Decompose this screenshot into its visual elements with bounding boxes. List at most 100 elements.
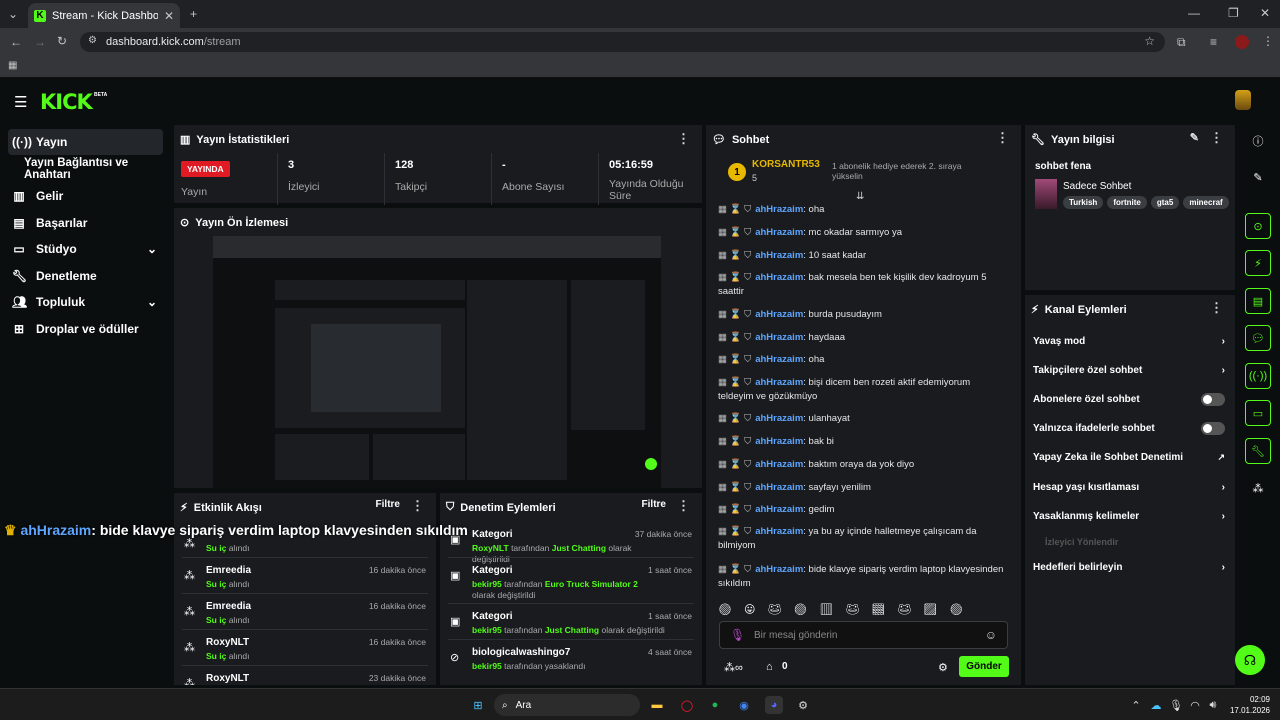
emote-icon[interactable]: 🐸︎: [897, 603, 911, 621]
emote-icon[interactable]: 😛︎: [744, 603, 755, 621]
store-icon[interactable]: ⌂: [766, 661, 773, 673]
kick-icon[interactable]: ⁂: [1245, 475, 1271, 501]
list-item[interactable]: ⁂ RoxyNLT 16 dakika önce Su iç alındı: [174, 633, 436, 668]
emote-only-toggle[interactable]: [1201, 421, 1225, 435]
tray-chevron-icon[interactable]: ⌃: [1127, 696, 1145, 714]
mic-icon[interactable]: 🎙︎: [1167, 696, 1185, 714]
chat-username[interactable]: ahHrazaim: [755, 504, 803, 515]
emote-icon[interactable]: 🟢︎: [718, 603, 732, 621]
chat-username[interactable]: ahHrazaim: [755, 332, 803, 343]
list-item[interactable]: ⊘ biologicalwashingo7 4 saat önce bekir95 t…: [440, 643, 702, 678]
emote-icon[interactable]: 🟪︎: [923, 603, 937, 621]
site-info-icon[interactable]: ⚙: [88, 36, 97, 46]
profile-avatar[interactable]: [1235, 35, 1249, 49]
chat-username[interactable]: ahHrazaim: [755, 309, 803, 320]
back-icon[interactable]: ←: [10, 36, 22, 48]
close-tab-icon[interactable]: ✕: [164, 10, 174, 22]
list-item[interactable]: ⁂ RoxyNLT 23 dakika önce: [174, 669, 436, 685]
bookmark-star-icon[interactable]: ☆: [1144, 35, 1155, 47]
maximize-icon[interactable]: ❐: [1228, 7, 1239, 19]
layout-icon[interactable]: ▭: [1245, 400, 1271, 426]
top-gifter-name[interactable]: KORSANTR53: [752, 159, 820, 170]
more-options-icon[interactable]: ⋮: [677, 131, 690, 147]
list-item[interactable]: ▣ Kategori 1 saat önce bekir95 tarafından J…: [440, 607, 702, 642]
emoji-icon[interactable]: ☺: [985, 628, 997, 642]
minimize-icon[interactable]: —: [1188, 7, 1200, 19]
more-options-icon[interactable]: ⋮: [1210, 130, 1223, 146]
collapse-icon[interactable]: ⇊: [856, 191, 864, 202]
list-item[interactable]: ⁂ Emreedia 16 dakika önce Su iç alındı: [174, 597, 436, 632]
sidebar-item-stream-key[interactable]: Yayın Bağlantısı ve Anahtarı: [8, 156, 163, 182]
system-clock[interactable]: 02:09 17.01.2026: [1226, 694, 1270, 716]
tag[interactable]: gta5: [1150, 196, 1180, 209]
more-options-icon[interactable]: ⋮: [677, 498, 690, 514]
info-icon[interactable]: ⓘ: [1245, 128, 1271, 154]
list-item[interactable]: ▣ Kategori 37 dakika önce RoxyNLT tarafında…: [440, 525, 702, 565]
new-tab-icon[interactable]: +: [190, 8, 197, 20]
action-followers-only[interactable]: Takipçilere özel sohbet ›: [1033, 359, 1225, 381]
app-icon[interactable]: ⚙: [794, 696, 812, 714]
tag[interactable]: fortnite: [1107, 196, 1147, 209]
emote-icon[interactable]: 🟢︎: [793, 603, 807, 621]
close-window-icon[interactable]: ✕: [1260, 7, 1270, 19]
send-button[interactable]: Gönder: [959, 656, 1009, 677]
more-options-icon[interactable]: ⋮: [996, 130, 1009, 146]
chat-username[interactable]: ahHrazaim: [755, 482, 803, 493]
spotify-icon[interactable]: ●: [706, 696, 724, 714]
clipboard-icon[interactable]: ▤: [1245, 288, 1271, 314]
reload-icon[interactable]: ↻: [57, 35, 67, 47]
preview-video[interactable]: [213, 236, 661, 488]
mic-icon[interactable]: 🎙︎: [730, 628, 745, 642]
action-ai-moderation[interactable]: Yapay Zeka ile Sohbet Denetimi ↗: [1033, 446, 1225, 468]
emote-icon[interactable]: 🐸︎: [845, 603, 859, 621]
chat-username[interactable]: ahHrazaim: [755, 413, 803, 424]
subscribers-only-toggle[interactable]: [1201, 392, 1225, 406]
chat-username[interactable]: ahHrazaim: [755, 377, 803, 388]
chat-icon[interactable]: 💬︎: [1245, 325, 1271, 351]
sidebar-item-droplar[interactable]: ⊞ Droplar ve ödüller: [8, 316, 163, 342]
chat-username[interactable]: ahHrazaim: [755, 564, 803, 575]
emote-icon[interactable]: 🟥︎: [819, 603, 833, 621]
broadcast-icon[interactable]: ((·)): [1245, 363, 1271, 389]
activity-filter-button[interactable]: Filtre: [376, 499, 400, 510]
onedrive-icon[interactable]: ☁: [1147, 696, 1165, 714]
wrench-icon[interactable]: 🔧︎: [1245, 438, 1271, 464]
chat-settings-icon[interactable]: ⚙: [938, 661, 948, 674]
sidebar-item-gelir[interactable]: ▥ Gelir: [8, 183, 163, 209]
wifi-icon[interactable]: ◠: [1186, 696, 1204, 714]
file-explorer-icon[interactable]: ▬: [648, 696, 666, 714]
chat-username[interactable]: ahHrazaim: [755, 272, 803, 283]
media-icon[interactable]: ≡: [1210, 36, 1217, 48]
bolt-icon[interactable]: ⚡︎: [1245, 250, 1271, 276]
chat-username[interactable]: ahHrazaim: [755, 459, 803, 470]
chat-input[interactable]: 🎙︎ Bir mesaj gönderin ☺: [719, 621, 1008, 649]
more-options-icon[interactable]: ⋮: [411, 498, 424, 514]
chat-username[interactable]: ahHrazaim: [755, 204, 803, 215]
kick-logo[interactable]: KICK: [40, 90, 93, 114]
chat-username[interactable]: ahHrazaim: [755, 250, 803, 261]
support-headset-icon[interactable]: ☊: [1235, 645, 1265, 675]
browser-menu-icon[interactable]: ⋮: [1262, 35, 1274, 47]
edit-icon[interactable]: ✎: [1245, 164, 1271, 190]
more-options-icon[interactable]: ⋮: [1210, 300, 1223, 316]
chat-username[interactable]: ahHrazaim: [755, 526, 803, 537]
sidebar-item-denetleme[interactable]: 🔧︎ Denetleme: [8, 263, 163, 289]
moderation-filter-button[interactable]: Filtre: [642, 499, 666, 510]
edit-icon[interactable]: ✎: [1190, 131, 1199, 144]
list-item[interactable]: ▣ Kategori 1 saat önce bekir95 tarafından E…: [440, 561, 702, 605]
loyalty-icon[interactable]: ⁂∞: [724, 661, 743, 674]
list-item[interactable]: ⁂ Emreedia 16 dakika önce Su iç alındı: [174, 561, 436, 596]
apps-grid-icon[interactable]: ▦: [8, 61, 17, 71]
preview-icon[interactable]: ⊙: [1245, 213, 1271, 239]
category-name[interactable]: Sadece Sohbet: [1063, 181, 1131, 192]
extensions-icon[interactable]: ⧉: [1177, 36, 1186, 48]
sidebar-item-basarilar[interactable]: ▤ Başarılar: [8, 210, 163, 236]
chat-username[interactable]: ahHrazaim: [755, 227, 803, 238]
user-avatar[interactable]: [1235, 90, 1251, 110]
chat-username[interactable]: ahHrazaim: [755, 436, 803, 447]
action-slow-mode[interactable]: Yavaş mod ›: [1033, 330, 1225, 352]
taskbar-search[interactable]: ⌕ Ara: [494, 694, 640, 716]
tag[interactable]: Turkish: [1063, 196, 1104, 209]
emote-icon[interactable]: 🟫︎: [871, 603, 885, 621]
sidebar-item-topluluk[interactable]: 👥︎ Topluluk ⌄: [8, 289, 163, 315]
